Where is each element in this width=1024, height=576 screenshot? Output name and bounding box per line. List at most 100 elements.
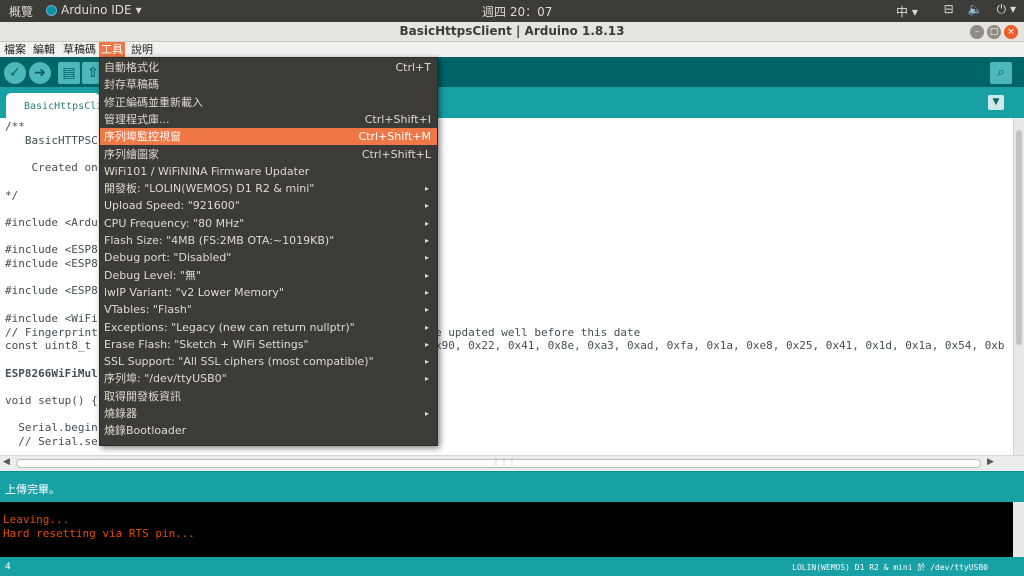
submenu-arrow-icon: ▸: [424, 270, 429, 280]
code-line: #include <ESP8: [5, 284, 98, 298]
menu-sketch[interactable]: 草稿碼: [61, 42, 98, 57]
menu-item-label: 修正編碼並重新載入: [104, 95, 203, 109]
submenu-arrow-icon: ▸: [424, 357, 429, 367]
tools-menu-item[interactable]: Erase Flash: "Sketch + WiFi Settings" ▸: [100, 336, 437, 353]
menu-item-shortcut: Ctrl+Shift+I: [364, 112, 431, 126]
triangle-down-icon: ▼: [992, 97, 1000, 107]
system-tray[interactable]: ⊟ 🔈 ⏻ ▾: [944, 2, 1016, 17]
code-line: // Serial.se: [5, 435, 98, 449]
maximize-button[interactable]: □: [987, 25, 1001, 39]
minimize-button[interactable]: –: [970, 25, 984, 39]
code-line: Created on: [5, 161, 98, 175]
tools-menu-item[interactable]: 取得開發板資訊: [100, 388, 437, 405]
code-line: #include <Ardu: [5, 215, 98, 229]
arduino-icon: [46, 4, 57, 16]
status-bar: 上傳完畢。: [0, 471, 1024, 502]
tools-menu-item[interactable]: 修正編碼並重新載入: [100, 94, 437, 111]
menu-item-label: Exceptions: "Legacy (new can return null…: [104, 320, 355, 334]
submenu-arrow-icon: ▸: [424, 287, 429, 297]
window-titlebar: BasicHttpsClient | Arduino 1.8.13 – □ ×: [0, 22, 1024, 42]
sketch-tab[interactable]: BasicHttpsCli: [6, 93, 100, 118]
code-line: ESP8266WiFiMul: [5, 366, 98, 380]
menu-item-label: Debug Level: "無": [104, 268, 202, 282]
arrow-right-icon: ➜: [34, 65, 46, 81]
console-output[interactable]: Leaving... Hard resetting via RTS pin...: [0, 502, 1013, 557]
tools-menu-item[interactable]: 封存草稿碼: [100, 76, 437, 93]
board-port-label: LOLIN(WEMOS) D1 R2 & mini 於 /dev/ttyUSB0: [792, 563, 988, 572]
submenu-arrow-icon: ▸: [424, 339, 429, 349]
scrollbar-thumb[interactable]: [1016, 130, 1022, 345]
menu-item-label: lwIP Variant: "v2 Lower Memory": [104, 285, 284, 299]
tools-menu-item[interactable]: CPU Frequency: "80 MHz" ▸: [100, 215, 437, 232]
menu-help[interactable]: 說明: [129, 42, 155, 57]
menu-item-shortcut: Ctrl+Shift+M: [358, 130, 432, 144]
tools-menu-item[interactable]: Flash Size: "4MB (FS:2MB OTA:~1019KB)" ▸: [100, 232, 437, 249]
submenu-arrow-icon: ▸: [424, 253, 429, 263]
code-line: */: [5, 188, 19, 202]
clock[interactable]: 週四 20：07: [482, 3, 552, 20]
submenu-arrow-icon: ▸: [424, 409, 429, 418]
file-icon: ▤: [62, 65, 76, 81]
verify-button[interactable]: ✓: [4, 62, 26, 84]
activities-button[interactable]: 概覽: [9, 3, 33, 20]
scroll-left-icon[interactable]: ◀: [3, 457, 10, 467]
input-method-indicator[interactable]: 中 ▾: [896, 3, 918, 20]
menu-file[interactable]: 檔案: [2, 42, 28, 57]
submenu-arrow-icon: ▸: [424, 374, 429, 384]
submenu-arrow-icon: ▸: [424, 236, 429, 245]
submenu-arrow-icon: ▸: [424, 201, 429, 211]
vertical-scrollbar[interactable]: [1013, 118, 1024, 455]
system-top-bar: 概覽 Arduino IDE ▾ 週四 20：07 中 ▾ ⊟ 🔈 ⏻ ▾: [0, 0, 1024, 22]
menu-item-label: 封存草稿碼: [104, 78, 159, 92]
code-line: // Fingerprint: [5, 325, 98, 339]
menu-item-label: 序列埠: "/dev/ttyUSB0": [104, 372, 227, 386]
tools-menu-item[interactable]: Exceptions: "Legacy (new can return null…: [100, 319, 437, 336]
tools-menu-item[interactable]: 管理程式庫... Ctrl+Shift+I: [100, 111, 437, 128]
menu-bar: 檔案 編輯 草稿碼 工具 說明: [0, 42, 1024, 57]
close-button[interactable]: ×: [1004, 25, 1018, 39]
tools-menu-item[interactable]: Upload Speed: "921600" ▸: [100, 197, 437, 214]
horizontal-scrollbar[interactable]: ◀ ⋮⋮⋮ ▶: [0, 455, 1024, 471]
tools-menu-item[interactable]: Debug Level: "無" ▸: [100, 267, 437, 284]
tools-menu-item[interactable]: WiFi101 / WiFiNINA Firmware Updater: [100, 163, 437, 180]
check-icon: ✓: [9, 65, 21, 81]
menu-item-label: Upload Speed: "921600": [104, 199, 240, 213]
line-number: 4: [5, 562, 11, 572]
menu-tools[interactable]: 工具: [99, 42, 125, 57]
power-icon: ⏻ ▾: [996, 2, 1016, 16]
tools-menu-item[interactable]: 自動格式化 Ctrl+T: [100, 59, 437, 76]
submenu-arrow-icon: ▸: [424, 184, 429, 194]
tools-menu-item[interactable]: lwIP Variant: "v2 Lower Memory" ▸: [100, 284, 437, 301]
menu-item-label: CPU Frequency: "80 MHz": [104, 216, 245, 230]
menu-item-label: VTables: "Flash": [104, 303, 192, 317]
menu-item-label: 開發板: "LOLIN(WEMOS) D1 R2 & mini": [104, 182, 315, 196]
tools-menu-item[interactable]: 燒錄Bootloader: [100, 422, 437, 439]
code-line: /**: [5, 120, 25, 133]
tools-menu-item[interactable]: 序列埠監控視窗 Ctrl+Shift+M: [100, 128, 437, 146]
scroll-right-icon[interactable]: ▶: [987, 457, 994, 467]
code-line: const uint8_t: [5, 339, 98, 353]
upload-button[interactable]: ➜: [29, 62, 51, 84]
tab-menu-button[interactable]: ▼: [988, 95, 1004, 110]
menu-item-label: 序列埠監控視窗: [104, 130, 181, 144]
scrollbar-grip[interactable]: ⋮⋮⋮: [492, 457, 516, 466]
tools-menu-item[interactable]: VTables: "Flash" ▸: [100, 301, 437, 318]
code-line: #include <ESP8: [5, 243, 98, 257]
tools-menu-item[interactable]: 序列繪圖家 Ctrl+Shift+L: [100, 146, 437, 163]
menu-item-label: Erase Flash: "Sketch + WiFi Settings": [104, 337, 309, 351]
app-menu[interactable]: Arduino IDE ▾: [46, 3, 142, 17]
status-message: 上傳完畢。: [5, 483, 60, 496]
menu-edit[interactable]: 編輯: [31, 42, 57, 57]
magnifier-icon: ⌕: [997, 65, 1005, 80]
console-scrollbar[interactable]: [1013, 502, 1024, 557]
menu-item-label: 燒錄Bootloader: [104, 424, 187, 438]
tools-menu-item[interactable]: SSL Support: "All SSL ciphers (most comp…: [100, 353, 437, 370]
menu-item-label: 取得開發板資訊: [104, 389, 181, 403]
tools-menu-item[interactable]: 序列埠: "/dev/ttyUSB0" ▸: [100, 370, 437, 387]
serial-monitor-button[interactable]: ⌕: [990, 62, 1012, 84]
tools-menu-item[interactable]: 燒錄器 ▸: [100, 405, 437, 422]
code-line-continuation: x90, 0x22, 0x41, 0x8e, 0xa3, 0xad, 0xfa,…: [435, 339, 1005, 353]
tools-menu-item[interactable]: Debug port: "Disabled" ▸: [100, 249, 437, 266]
new-button[interactable]: ▤: [58, 62, 80, 84]
tools-menu-item[interactable]: 開發板: "LOLIN(WEMOS) D1 R2 & mini" ▸: [100, 180, 437, 197]
